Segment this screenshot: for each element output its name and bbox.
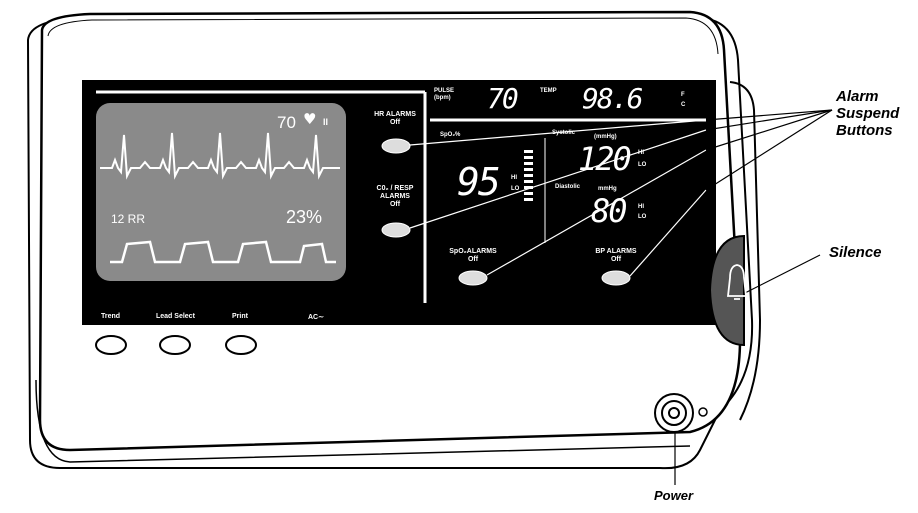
temp-unit-f: F — [681, 92, 685, 98]
spo2-alarm-button[interactable] — [458, 270, 488, 286]
pulse-value: 70 — [487, 82, 519, 115]
lead-select-button[interactable] — [159, 335, 191, 355]
systolic-label: Systolic — [552, 130, 576, 136]
heart-icon: ♥ — [303, 110, 317, 128]
spo2-hi: HI — [511, 175, 517, 181]
systolic-lo: LO — [638, 162, 647, 168]
lead-label: II — [323, 117, 329, 127]
alarm-suspend-callout: Alarm Suspend Buttons — [836, 88, 900, 139]
waveform-panel — [96, 103, 346, 281]
hr-alarm-label: HR ALARMS Off — [374, 111, 416, 126]
power-indicator-led — [698, 407, 708, 417]
spo2-label: SpO₂% — [440, 132, 461, 138]
lead-select-label: Lead Select — [156, 313, 195, 320]
diastolic-lo: LO — [638, 214, 647, 220]
ac-power-label: AC∼ — [308, 314, 324, 321]
resp-rate-label: 12 RR — [111, 212, 146, 226]
diastolic-value: 80 — [591, 192, 628, 230]
trend-button[interactable] — [95, 335, 127, 355]
heart-rate-value: 70 — [277, 113, 296, 132]
spo2-value: 95 — [457, 160, 501, 204]
bp-alarm-label: BP ALARMS Off — [595, 248, 637, 263]
spo2-alarm-label: SpO₂ALARMS Off — [449, 248, 497, 263]
diastolic-label: Diastolic — [555, 184, 581, 190]
bp-alarm-button[interactable] — [601, 270, 631, 286]
co2-alarm-label: C0₂ / RESP ALARMS Off — [376, 185, 414, 208]
percent-value: 23% — [286, 207, 323, 227]
co2-resp-alarm-button[interactable] — [381, 222, 411, 238]
systolic-value: 120 — [578, 140, 632, 178]
temp-unit-c: C — [681, 102, 686, 108]
print-label: Print — [232, 313, 248, 320]
print-button[interactable] — [225, 335, 257, 355]
power-callout: Power — [654, 488, 694, 503]
silence-callout: Silence — [829, 244, 882, 261]
diastolic-hi: HI — [638, 204, 644, 210]
spo2-bar-graph — [524, 150, 533, 201]
systolic-hi: HI — [638, 150, 644, 156]
temp-value: 98.6 — [582, 82, 643, 115]
pulse-label: PULSE (bpm) — [434, 88, 455, 101]
temp-label: TEMP — [540, 88, 557, 94]
hr-alarm-button[interactable] — [381, 138, 411, 154]
power-button-center — [668, 407, 680, 419]
trend-label: Trend — [101, 313, 121, 320]
spo2-lo: LO — [511, 186, 520, 192]
